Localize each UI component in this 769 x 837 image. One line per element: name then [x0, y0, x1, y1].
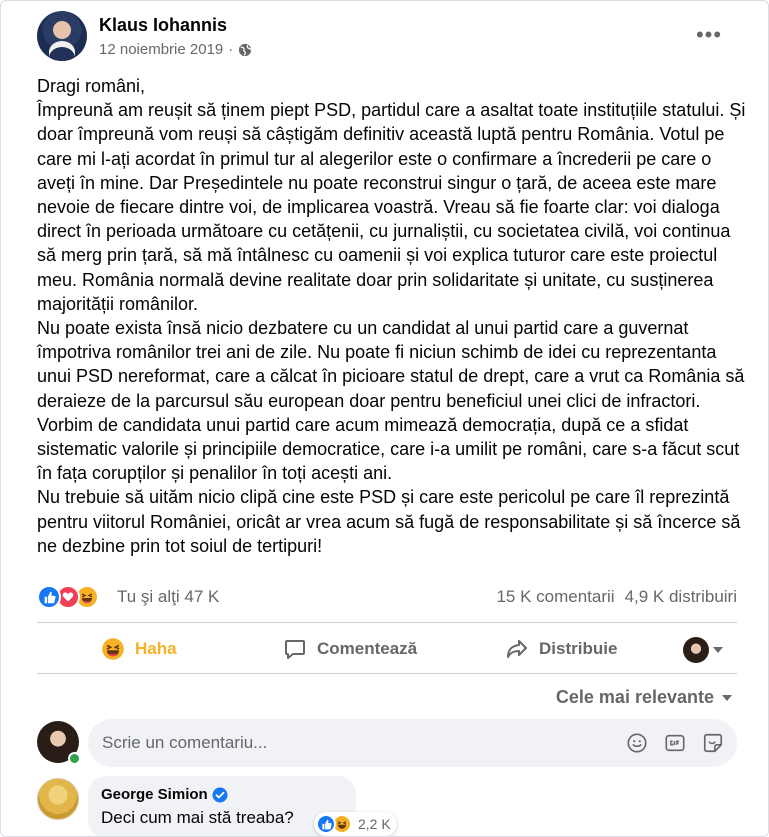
divider: [37, 673, 737, 674]
react-as-selector[interactable]: [683, 637, 723, 663]
comment-item: George Simion Deci cum mai stă treaba? 2…: [37, 776, 737, 836]
sort-label: Cele mai relevante: [555, 687, 714, 707]
post-paragraph: Nu trebuie să uităm nicio clipă cine est…: [37, 487, 741, 556]
post-meta: 12 noiembrie 2019 ·: [99, 41, 252, 58]
comment-sort-dropdown[interactable]: Cele mai relevante: [556, 687, 732, 708]
comment-reactions[interactable]: 2,2 K: [314, 812, 397, 836]
author-name[interactable]: Klaus Iohannis: [99, 15, 227, 36]
post-text: Dragi români, Împreună am reușit să ține…: [37, 74, 749, 558]
comment-composer: [37, 719, 737, 767]
commenter-name-text: George Simion: [101, 786, 208, 803]
more-options-button[interactable]: •••: [691, 17, 727, 53]
emoji-icon[interactable]: [625, 731, 649, 755]
meta-separator: ·: [228, 41, 234, 58]
globe-icon[interactable]: [238, 43, 252, 57]
comment-button[interactable]: Comentează: [283, 629, 417, 669]
reactions-summary: Tu şi alţi 47 K 15 K comentarii 4,9 K di…: [37, 584, 737, 612]
action-bar: Haha Comentează Distribuie: [37, 625, 737, 673]
gif-icon[interactable]: [663, 731, 687, 755]
post-paragraph: Dragi români,: [37, 76, 146, 96]
like-icon: [316, 814, 336, 834]
comment-label: Comentează: [317, 639, 418, 658]
comments-count[interactable]: 15 K comentarii: [496, 587, 614, 607]
author-avatar[interactable]: [37, 11, 87, 61]
user-avatar: [683, 637, 709, 663]
divider: [37, 622, 737, 623]
share-label: Distribuie: [539, 639, 618, 658]
post-date[interactable]: 12 noiembrie 2019: [99, 41, 223, 58]
post-stats: 15 K comentarii 4,9 K distribuiri: [496, 587, 737, 607]
composer-tools: [625, 731, 725, 755]
online-status-dot: [68, 752, 81, 765]
post-paragraph: Împreună am reușit să ținem piept PSD, p…: [37, 100, 746, 314]
shares-count[interactable]: 4,9 K distribuiri: [625, 587, 737, 607]
share-arrow-icon: [505, 637, 529, 661]
sticker-icon[interactable]: [701, 731, 725, 755]
caret-down-icon: [713, 647, 723, 653]
commenter-name[interactable]: George Simion: [101, 786, 228, 803]
reaction-count[interactable]: Tu şi alţi 47 K: [117, 587, 219, 607]
comment-text: Deci cum mai stă treaba?: [101, 808, 294, 827]
reaction-icons[interactable]: [37, 585, 99, 609]
like-icon: [37, 585, 61, 609]
comment-box: [88, 719, 737, 767]
haha-label: Haha: [135, 639, 177, 658]
post-card: Klaus Iohannis 12 noiembrie 2019 · ••• D…: [0, 0, 769, 837]
comment-reaction-count: 2,2 K: [358, 816, 391, 832]
haha-reaction-button[interactable]: Haha: [101, 629, 177, 669]
post-paragraph: Nu poate exista însă nicio dezbatere cu …: [37, 318, 745, 484]
haha-icon: [101, 637, 125, 661]
commenter-avatar[interactable]: [37, 778, 79, 820]
comment-input[interactable]: [102, 719, 582, 767]
post-header: Klaus Iohannis 12 noiembrie 2019 · •••: [37, 11, 737, 63]
comment-bubble-icon: [283, 637, 307, 661]
share-button[interactable]: Distribuie: [505, 629, 617, 669]
verified-badge-icon: [212, 787, 228, 802]
caret-down-icon: [722, 694, 732, 701]
